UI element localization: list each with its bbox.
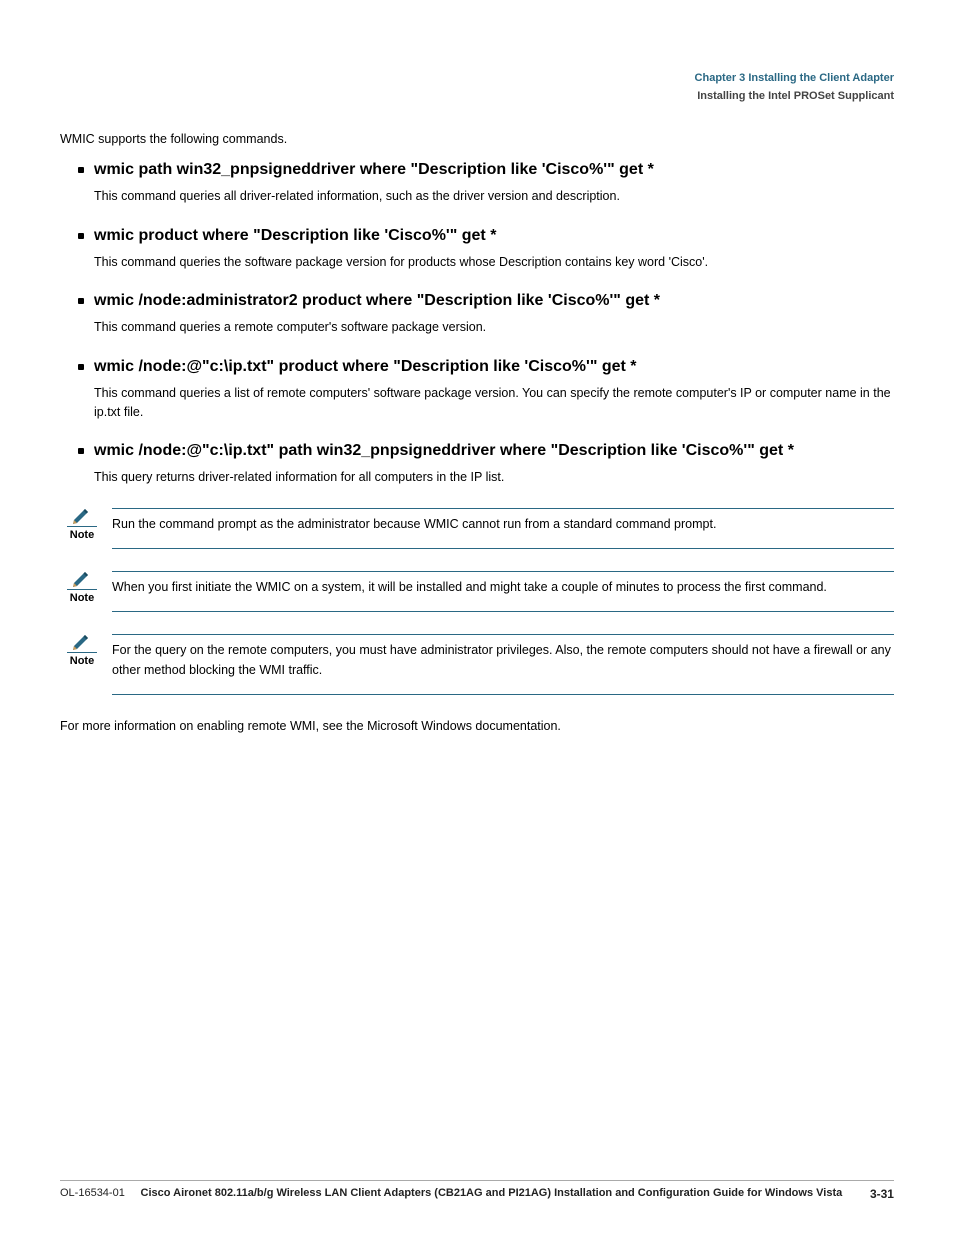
note-rule [112, 694, 894, 695]
footer-doc-title: Cisco Aironet 802.11a/b/g Wireless LAN C… [141, 1187, 843, 1199]
section-heading: Installing the Intel PROSet Supplicant [60, 90, 894, 102]
pencil-icon [72, 508, 92, 524]
list-item: wmic product where "Description like 'Ci… [78, 227, 894, 272]
command-text: wmic path win32_pnpsigneddriver where "D… [94, 161, 894, 179]
command-text: wmic product where "Description like 'Ci… [94, 227, 894, 245]
command-desc: This command queries all driver-related … [94, 187, 894, 206]
icon-underline [67, 589, 97, 590]
icon-underline [67, 526, 97, 527]
list-item: wmic path win32_pnpsigneddriver where "D… [78, 161, 894, 206]
note-label: Note [70, 655, 94, 667]
note-label: Note [70, 529, 94, 541]
command-desc: This command queries a list of remote co… [94, 384, 894, 423]
list-item: wmic /node:@"c:\ip.txt" path win32_pnpsi… [78, 442, 894, 487]
command-desc: This command queries the software packag… [94, 253, 894, 272]
lead-text: WMIC supports the following commands. [60, 130, 894, 149]
note-text: For the query on the remote computers, y… [112, 635, 894, 686]
command-text: wmic /node:administrator2 product where … [94, 292, 894, 310]
bullet-icon [78, 167, 84, 173]
command-desc: This query returns driver-related inform… [94, 468, 894, 487]
footer-ol: OL-16534-01 [60, 1187, 125, 1199]
bullet-icon [78, 364, 84, 370]
note-block: Note For the query on the remote compute… [60, 634, 894, 695]
pencil-icon [72, 571, 92, 587]
note-label: Note [70, 592, 94, 604]
command-text: wmic /node:@"c:\ip.txt" product where "D… [94, 358, 894, 376]
pencil-icon [72, 634, 92, 650]
note-rule [112, 548, 894, 549]
footer-page-number: 3-31 [870, 1187, 894, 1201]
bullet-icon [78, 448, 84, 454]
icon-underline [67, 652, 97, 653]
list-item: wmic /node:administrator2 product where … [78, 292, 894, 337]
command-text: wmic /node:@"c:\ip.txt" path win32_pnpsi… [94, 442, 894, 460]
bullet-icon [78, 233, 84, 239]
page-footer: OL-16534-01 Cisco Aironet 802.11a/b/g Wi… [60, 1180, 894, 1201]
note-block: Note Run the command prompt as the admin… [60, 508, 894, 549]
breadcrumb: Chapter 3 Installing the Client Adapter [60, 72, 894, 84]
note-rule [112, 611, 894, 612]
note-block: Note When you first initiate the WMIC on… [60, 571, 894, 612]
command-desc: This command queries a remote computer's… [94, 318, 894, 337]
closing-para: For more information on enabling remote … [60, 717, 894, 736]
list-item: wmic /node:@"c:\ip.txt" product where "D… [78, 358, 894, 423]
note-text: Run the command prompt as the administra… [112, 509, 894, 540]
note-text: When you first initiate the WMIC on a sy… [112, 572, 894, 603]
bullet-icon [78, 298, 84, 304]
chapter-label: Chapter 3 Installing the Client Adapter [695, 72, 894, 84]
